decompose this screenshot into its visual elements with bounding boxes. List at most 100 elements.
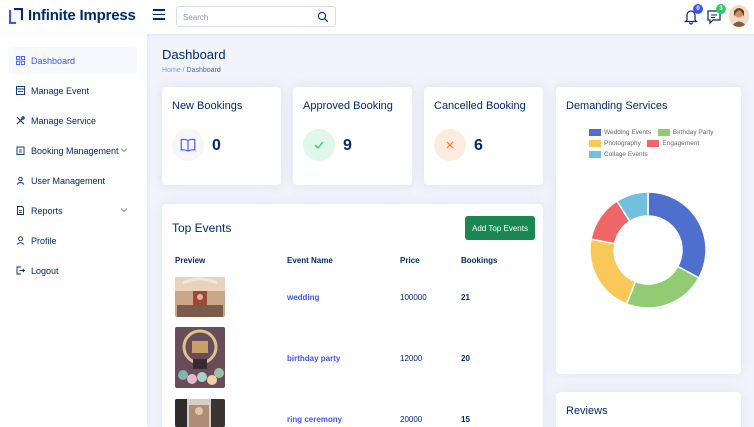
card-title: Reviews xyxy=(566,405,608,417)
card-title: New Bookings xyxy=(172,100,243,112)
legend-item[interactable]: Birthday Party xyxy=(657,129,714,136)
legend-item[interactable]: Photography xyxy=(589,140,641,147)
donut-slice-wedding-events[interactable] xyxy=(647,191,707,279)
event-price: 100000 xyxy=(400,293,427,302)
sidebar-item-label: Manage Service xyxy=(31,115,97,126)
sidebar: Dashboard Manage Event Manage Service Bo… xyxy=(0,34,147,427)
event-name-link[interactable]: wedding xyxy=(287,293,319,302)
sidebar-item-label: Manage Event xyxy=(31,85,90,96)
sidebar-item-manage-event[interactable]: Manage Event xyxy=(9,77,137,104)
new-bookings-card: New Bookings 0 xyxy=(162,87,281,185)
column-header: Preview xyxy=(175,256,206,265)
sidebar-item-user-management[interactable]: User Management xyxy=(9,167,137,194)
grid-icon xyxy=(16,56,25,65)
sidebar-item-manage-service[interactable]: Manage Service xyxy=(9,107,137,134)
approved-booking-card: Approved Booking 9 xyxy=(293,87,412,185)
legend-label: Birthday Party xyxy=(672,129,714,136)
chevron-down-icon[interactable] xyxy=(120,146,128,154)
report-icon xyxy=(17,206,24,215)
messages-button[interactable]: 3 xyxy=(706,4,726,25)
tools-icon xyxy=(16,116,25,125)
legend-swatch xyxy=(589,129,601,136)
breadcrumb-separator: / xyxy=(182,67,185,74)
legend-label: Wedding Events xyxy=(604,129,652,136)
stat-icon-circle xyxy=(434,129,466,161)
stat-icon-circle xyxy=(172,129,204,161)
column-header: Bookings xyxy=(461,256,498,265)
card-title: Top Events xyxy=(172,221,232,235)
logout-icon xyxy=(16,266,25,275)
breadcrumb-home[interactable]: Home xyxy=(162,67,181,74)
app-name: Infinite Impress xyxy=(28,7,136,24)
add-top-events-button[interactable]: Add Top Events xyxy=(465,216,535,240)
sidebar-item-reports[interactable]: Reports xyxy=(9,197,137,224)
x-icon xyxy=(446,141,454,149)
card-title: Approved Booking xyxy=(303,100,393,112)
column-header: Price xyxy=(400,256,420,265)
chevron-down-icon[interactable] xyxy=(120,206,128,214)
search-input[interactable] xyxy=(183,11,313,23)
book-icon xyxy=(180,138,196,152)
stat-value: 9 xyxy=(343,137,352,154)
menu-toggle-icon[interactable] xyxy=(153,9,165,21)
donut-slice-photography[interactable] xyxy=(589,238,637,305)
sidebar-item-label: Reports xyxy=(31,205,63,216)
notifications-button[interactable]: 0 xyxy=(683,4,703,25)
top-header: Infinite Impress 0 3 xyxy=(0,0,754,34)
legend-label: Photography xyxy=(604,140,641,147)
breadcrumb-current: Dashboard xyxy=(186,67,221,74)
stat-icon-circle xyxy=(303,129,335,161)
logo-icon xyxy=(9,7,23,24)
sidebar-item-label: Booking Management xyxy=(31,145,119,156)
sidebar-item-logout[interactable]: Logout xyxy=(9,257,137,284)
reviews-card: Reviews xyxy=(556,392,741,427)
event-bookings: 15 xyxy=(461,415,470,424)
sidebar-item-dashboard[interactable]: Dashboard xyxy=(9,47,137,74)
legend-swatch xyxy=(589,151,601,158)
legend-swatch xyxy=(589,140,601,147)
legend-item[interactable]: Engagement xyxy=(647,140,699,147)
stat-value: 0 xyxy=(212,137,221,154)
logo[interactable]: Infinite Impress xyxy=(9,7,136,24)
card-title: Demanding Services xyxy=(566,100,668,112)
avatar[interactable] xyxy=(729,5,749,27)
event-name-link[interactable]: ring ceremony xyxy=(287,415,342,424)
sidebar-item-booking-management[interactable]: Booking Management xyxy=(9,137,137,164)
list-icon xyxy=(16,86,25,95)
chart-legend: Wedding Events Birthday Party Photograph… xyxy=(589,128,719,161)
breadcrumb: Home / Dashboard xyxy=(162,67,221,74)
message-badge: 3 xyxy=(716,4,726,14)
event-name-link[interactable]: birthday party xyxy=(287,354,340,363)
legend-label: Collage Events xyxy=(604,151,648,158)
person-icon xyxy=(16,236,25,245)
event-price: 20000 xyxy=(400,415,423,424)
donut-chart xyxy=(589,191,707,309)
event-bookings: 21 xyxy=(461,293,470,302)
sidebar-item-label: Logout xyxy=(31,265,59,276)
legend-item[interactable]: Wedding Events xyxy=(589,129,651,136)
sidebar-item-label: Dashboard xyxy=(31,55,76,66)
donut-slice-birthday-party[interactable] xyxy=(625,265,700,309)
legend-label: Engagement xyxy=(662,140,700,147)
column-header: Event Name xyxy=(287,256,333,265)
card-title: Cancelled Booking xyxy=(434,100,526,112)
sidebar-item-label: User Management xyxy=(31,175,106,186)
legend-item[interactable]: Collage Events xyxy=(589,151,648,158)
event-preview-image xyxy=(175,399,225,427)
legend-swatch xyxy=(657,129,670,136)
event-price: 12000 xyxy=(400,354,423,363)
search-icon[interactable] xyxy=(317,11,329,23)
event-bookings: 20 xyxy=(461,354,470,363)
notification-badge: 0 xyxy=(693,4,703,14)
clipboard-icon xyxy=(16,146,25,155)
legend-swatch xyxy=(647,140,660,147)
event-preview-image xyxy=(175,327,225,388)
stat-value: 6 xyxy=(474,137,483,154)
users-icon xyxy=(16,176,25,185)
event-preview-image xyxy=(175,277,225,317)
cancelled-booking-card: Cancelled Booking 6 xyxy=(424,87,543,185)
sidebar-item-profile[interactable]: Profile xyxy=(9,227,137,254)
search-bar xyxy=(176,6,336,27)
sidebar-item-label: Profile xyxy=(31,235,57,246)
page-title: Dashboard xyxy=(162,47,226,62)
